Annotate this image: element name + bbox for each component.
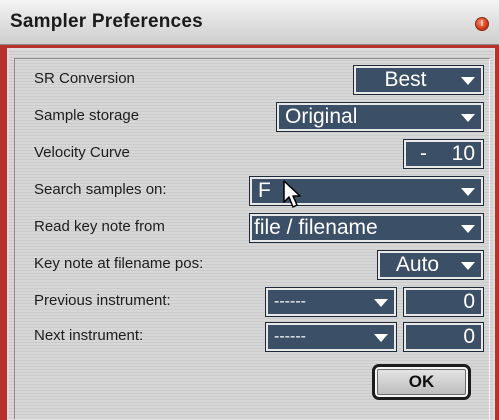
- key-note-pos-dropdown[interactable]: Auto: [377, 250, 484, 280]
- close-icon[interactable]: [475, 17, 489, 31]
- chevron-down-icon: [461, 262, 475, 270]
- sample-storage-label: Sample storage: [34, 107, 140, 124]
- previous-instrument-number: 0: [463, 290, 475, 313]
- chevron-down-icon: [374, 299, 388, 307]
- next-instrument-value: ------: [274, 328, 306, 345]
- next-instrument-dropdown[interactable]: ------: [265, 322, 397, 352]
- sr-conversion-label: SR Conversion: [34, 70, 135, 87]
- chevron-down-icon: [461, 225, 475, 233]
- read-key-note-value: file / filename: [254, 216, 378, 239]
- sampler-preferences-window: Sampler Preferences SR Conversion Best S…: [0, 0, 499, 420]
- chevron-down-icon: [461, 114, 475, 122]
- sr-conversion-value: Best: [384, 68, 427, 91]
- chevron-down-icon: [374, 334, 388, 342]
- ok-button[interactable]: OK: [372, 364, 471, 400]
- key-note-pos-label: Key note at filename pos:: [34, 255, 204, 272]
- key-note-pos-value: Auto: [395, 253, 440, 276]
- previous-instrument-number-field[interactable]: 0: [403, 287, 484, 317]
- sr-conversion-dropdown[interactable]: Best: [353, 65, 484, 95]
- search-samples-value: F: [258, 179, 271, 202]
- read-key-note-label: Read key note from: [34, 218, 165, 235]
- next-instrument-label: Next instrument:: [34, 327, 144, 344]
- sample-storage-value: Original: [285, 105, 358, 128]
- title-bar[interactable]: Sampler Preferences: [0, 0, 499, 45]
- read-key-note-dropdown[interactable]: file / filename: [249, 213, 484, 243]
- sample-storage-dropdown[interactable]: Original: [276, 102, 484, 132]
- chevron-down-icon: [461, 188, 475, 196]
- window-title: Sampler Preferences: [10, 11, 203, 32]
- previous-instrument-value: ------: [274, 293, 306, 310]
- next-instrument-number: 0: [463, 325, 475, 348]
- previous-instrument-label: Previous instrument:: [34, 292, 171, 309]
- velocity-curve-label: Velocity Curve: [34, 144, 130, 161]
- previous-instrument-dropdown[interactable]: ------: [265, 287, 397, 317]
- velocity-curve-field[interactable]: - 10: [403, 139, 484, 169]
- chevron-down-icon: [461, 77, 475, 85]
- velocity-curve-value: 10: [451, 142, 475, 165]
- velocity-curve-sign: -: [420, 142, 427, 165]
- search-samples-label: Search samples on:: [34, 181, 167, 198]
- next-instrument-number-field[interactable]: 0: [403, 322, 484, 352]
- mouse-pointer-icon: [283, 180, 301, 208]
